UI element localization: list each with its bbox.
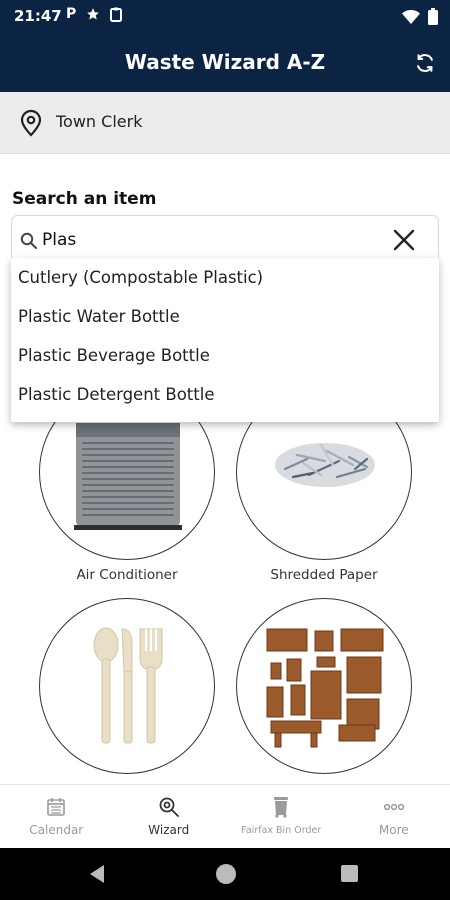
calendar-icon: [47, 798, 66, 816]
search-label: Search an item: [12, 189, 157, 209]
battery-icon: [428, 8, 438, 25]
nav-label: More: [378, 823, 409, 837]
refresh-icon: [417, 54, 433, 72]
bin-icon: [274, 797, 289, 818]
search-box: [11, 215, 439, 263]
bottom-nav: Calendar Wizard Fairfax Bin Order More: [0, 784, 450, 848]
search-icon: [20, 232, 37, 249]
compostable-cutlery-image: [93, 627, 163, 744]
item-label: Air Conditioner: [76, 567, 178, 583]
refresh-button[interactable]: [410, 48, 440, 78]
wizard-search-icon: [159, 797, 179, 817]
app-title: Waste Wizard A-Z: [124, 50, 326, 74]
location-pin-icon: [20, 109, 42, 137]
suggestion-item[interactable]: Plastic Detergent Bottle: [11, 375, 439, 414]
suggestion-item[interactable]: Plastic Water Bottle: [11, 297, 439, 336]
suggestion-item[interactable]: Cutlery (Compostable Plastic): [11, 258, 439, 297]
nav-calendar[interactable]: Calendar: [0, 785, 113, 848]
status-time: 21:47: [14, 7, 62, 25]
location-selector[interactable]: Town Clerk: [0, 92, 450, 154]
suggestion-item[interactable]: Plastic Beverage Bottle: [11, 336, 439, 375]
clear-search-button[interactable]: [392, 228, 416, 252]
home-icon[interactable]: [216, 864, 236, 884]
item-image-circle: [236, 598, 412, 774]
nav-label: Wizard: [148, 823, 190, 837]
item-label: Shredded Paper: [270, 567, 378, 583]
nav-label: Calendar: [29, 823, 84, 837]
system-nav-bar: [0, 848, 450, 900]
more-dots-icon: [383, 803, 404, 811]
item-furniture[interactable]: [236, 598, 412, 781]
nav-more[interactable]: More: [338, 785, 450, 848]
star-icon: [87, 8, 100, 20]
wifi-icon: [402, 9, 420, 24]
recents-icon[interactable]: [341, 865, 358, 882]
parking-icon: P: [66, 6, 77, 22]
location-label: Town Clerk: [56, 112, 143, 131]
status-bar: 21:47 P: [0, 0, 450, 34]
furniture-image: [266, 628, 384, 748]
back-icon[interactable]: [88, 864, 106, 884]
app-bar: Waste Wizard A-Z: [0, 34, 450, 92]
suggestion-dropdown: Cutlery (Compostable Plastic) Plastic Wa…: [11, 258, 439, 422]
search-input[interactable]: [42, 227, 382, 253]
close-icon: [393, 229, 415, 251]
item-image-circle: [39, 598, 215, 774]
nav-wizard[interactable]: Wizard: [113, 785, 226, 848]
nav-label: Fairfax Bin Order: [241, 825, 322, 836]
nav-fairfax-bin-order[interactable]: Fairfax Bin Order: [225, 785, 338, 848]
item-cutlery[interactable]: [39, 598, 215, 781]
clipboard-icon: [110, 7, 123, 22]
